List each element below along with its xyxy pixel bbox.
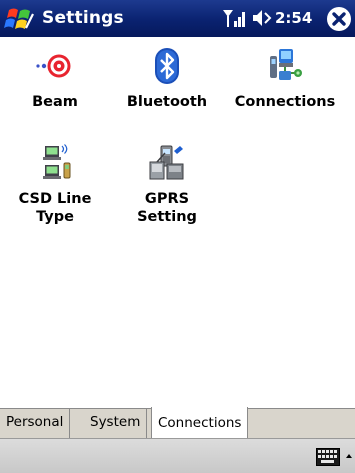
item-label-line: CSD Line <box>18 191 92 207</box>
signal-icon[interactable] <box>222 7 248 29</box>
tab-connections[interactable]: Connections <box>151 407 249 439</box>
item-label: GPRS Setting <box>112 190 222 226</box>
bluetooth-icon <box>147 46 187 86</box>
sip-arrow-icon[interactable] <box>344 447 354 467</box>
windows-start-icon[interactable] <box>3 4 37 34</box>
title-bar: Settings 2:54 <box>0 0 355 37</box>
beam-item[interactable]: Beam <box>0 46 110 111</box>
menu-bar <box>0 438 355 473</box>
tab-personal[interactable]: Personal <box>0 409 71 438</box>
item-label: Connections <box>234 94 336 110</box>
item-label-line: Setting <box>137 209 197 225</box>
csd-line-type-icon <box>35 143 75 183</box>
tab-system[interactable]: System <box>84 409 148 438</box>
tab-strip: Personal System Connections <box>0 407 355 439</box>
item-label: Beam <box>32 94 78 110</box>
csd-line-type-item[interactable]: CSD Line Type <box>0 143 110 226</box>
keyboard-icon[interactable] <box>316 448 340 466</box>
beam-icon <box>35 46 75 86</box>
page-title: Settings <box>42 8 124 28</box>
close-icon[interactable] <box>326 6 352 32</box>
gprs-setting-item[interactable]: GPRS Setting <box>112 143 222 226</box>
speaker-icon[interactable] <box>251 7 273 29</box>
item-label-line: Type <box>36 209 74 225</box>
clock[interactable]: 2:54 <box>275 9 312 27</box>
connections-item[interactable]: Connections <box>230 46 340 111</box>
item-label: Bluetooth <box>126 94 208 110</box>
item-label-line: GPRS <box>144 191 190 207</box>
item-label: CSD Line Type <box>0 190 110 226</box>
gprs-setting-icon <box>147 143 187 183</box>
bluetooth-item[interactable]: Bluetooth <box>112 46 222 111</box>
connections-icon <box>265 46 305 86</box>
